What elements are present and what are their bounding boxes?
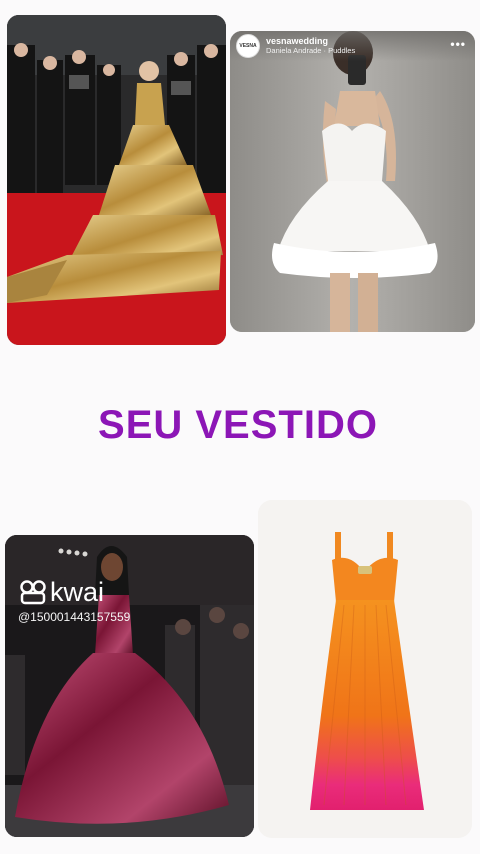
white-dress-photo — [230, 31, 475, 332]
username[interactable]: vesnawedding — [266, 36, 355, 46]
kwai-user-id: @150001443157559 — [18, 610, 131, 624]
audio-track[interactable]: Daniela Andrade · Puddles — [266, 46, 355, 56]
kwai-magenta-gown-video[interactable]: kwai @150001443157559 — [5, 535, 254, 837]
instagram-post-header: VESNA vesnawedding Daniela Andrade · Pud… — [230, 31, 475, 61]
profile-avatar[interactable]: VESNA — [236, 34, 260, 58]
headline-text: SEU VESTIDO — [98, 403, 378, 447]
gold-gown-photo — [7, 15, 226, 345]
red-carpet-gold-gown-image[interactable] — [7, 15, 226, 345]
kwai-logo-icon — [20, 580, 46, 605]
more-horizontal-icon[interactable]: ••• — [450, 37, 466, 51]
instagram-white-dress-post[interactable]: VESNA vesnawedding Daniela Andrade · Pud… — [230, 31, 475, 332]
orange-dress-photo — [258, 500, 472, 838]
kwai-watermark: kwai @150001443157559 — [18, 577, 130, 624]
post-meta: vesnawedding Daniela Andrade · Puddles — [266, 36, 355, 56]
orange-gradient-dress-image[interactable] — [258, 500, 472, 838]
kwai-brand: kwai — [50, 577, 105, 607]
